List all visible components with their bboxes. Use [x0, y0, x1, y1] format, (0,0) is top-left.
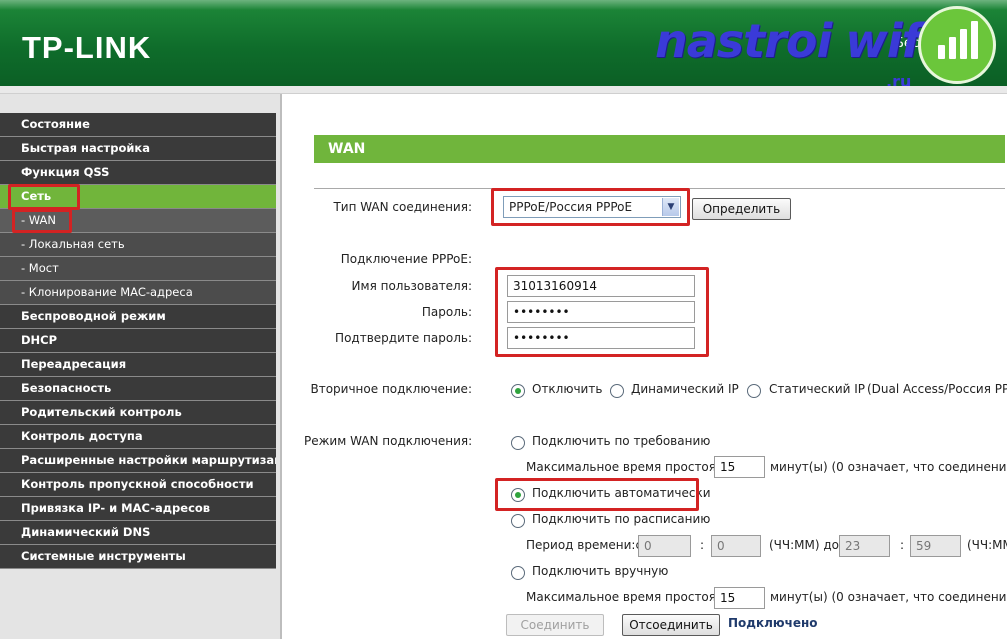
- sidebar-item-forwarding[interactable]: Переадресация: [0, 353, 276, 377]
- wan-mode-label: Режим WAN подключения:: [304, 434, 473, 448]
- highlight-auto-connect: [495, 478, 699, 511]
- sidebar-item-security[interactable]: Безопасность: [0, 377, 276, 401]
- sidebar-item-ip-mac-binding[interactable]: Привязка IP- и MAC-адресов: [0, 497, 276, 521]
- sidebar-item-parental-control[interactable]: Родительский контроль: [0, 401, 276, 425]
- schedule-label: Подключить по расписанию: [532, 512, 711, 526]
- idle-time-field-1[interactable]: 15: [714, 456, 765, 478]
- sidebar-item-bandwidth-control[interactable]: Контроль пропускной способности: [0, 473, 276, 497]
- brand-logo: TP-LINK: [22, 30, 152, 65]
- period-to-minute[interactable]: 59: [910, 535, 961, 557]
- secondary-connection-label: Вторичное подключение:: [310, 382, 472, 396]
- sidebar-item-quick-setup[interactable]: Быстрая настройка: [0, 137, 276, 161]
- sidebar-item-access-control[interactable]: Контроль доступа: [0, 425, 276, 449]
- radio-on-demand[interactable]: [511, 436, 525, 450]
- idle-time-label-1: Максимальное время простоя:: [526, 460, 721, 474]
- period-colon-2: :: [900, 538, 905, 552]
- idle-note-2: минут(ы) (0 означает, что соединение буд: [770, 590, 1007, 604]
- header-shine: [0, 0, 1007, 10]
- sidebar-item-mac-clone[interactable]: - Клонирование MAC-адреса: [0, 281, 276, 305]
- radio-secondary-dynamic[interactable]: [610, 384, 624, 398]
- sidebar: Состояние Быстрая настройка Функция QSS …: [0, 94, 282, 639]
- period-label: Период времени:с: [526, 538, 643, 552]
- period-colon-1: :: [700, 538, 705, 552]
- username-label: Имя пользователя:: [351, 279, 472, 293]
- pppoe-label: Подключение PPPoE:: [340, 252, 472, 266]
- connect-button[interactable]: Соединить: [506, 614, 604, 636]
- sidebar-item-wireless[interactable]: Беспроводной режим: [0, 305, 276, 329]
- header-divider: [0, 86, 1007, 94]
- sidebar-item-bridge[interactable]: - Мост: [0, 257, 276, 281]
- period-mid-label: (ЧЧ:ММ) до: [769, 538, 840, 552]
- highlight-network: [8, 184, 80, 210]
- sidebar-item-system-tools[interactable]: Системные инструменты: [0, 545, 276, 569]
- sidebar-item-lan[interactable]: - Локальная сеть: [0, 233, 276, 257]
- period-from-minute[interactable]: 0: [711, 535, 761, 557]
- header-bar: TP-LINK Бес ор nastroi wifi .ru: [0, 0, 1007, 91]
- sidebar-item-qss[interactable]: Функция QSS: [0, 161, 276, 185]
- wifi-signal-icon: [918, 6, 996, 84]
- sidebar-item-advanced-routing[interactable]: Расширенные настройки маршрутизации: [0, 449, 276, 473]
- secondary-dynamic-label: Динамический IP: [631, 382, 739, 396]
- radio-manual[interactable]: [511, 566, 525, 580]
- radio-secondary-static[interactable]: [747, 384, 761, 398]
- secondary-note: (Dual Access/Россия PPP: [867, 382, 1007, 396]
- confirm-password-label: Подтвердите пароль:: [335, 331, 472, 345]
- on-demand-label: Подключить по требованию: [532, 434, 711, 448]
- period-from-hour[interactable]: 0: [638, 535, 691, 557]
- password-label: Пароль:: [421, 305, 472, 319]
- period-to-hour[interactable]: 23: [839, 535, 890, 557]
- disconnect-button[interactable]: Отсоединить: [622, 614, 720, 636]
- sidebar-menu: Состояние Быстрая настройка Функция QSS …: [0, 113, 276, 569]
- router-admin-page: TP-LINK Бес ор nastroi wifi .ru Состояние…: [0, 0, 1007, 639]
- secondary-disable-label: Отключить: [532, 382, 603, 396]
- watermark-word-1: nastroi: [655, 14, 832, 68]
- period-end-label: (ЧЧ:ММ: [967, 538, 1007, 552]
- detect-button[interactable]: Определить: [692, 198, 791, 220]
- idle-time-field-2[interactable]: 15: [714, 587, 765, 609]
- manual-label: Подключить вручную: [532, 564, 669, 578]
- wan-type-label: Тип WAN соединения:: [333, 200, 472, 214]
- secondary-static-label: Статический IP: [769, 382, 866, 396]
- sidebar-item-dhcp[interactable]: DHCP: [0, 329, 276, 353]
- page-title: WAN: [314, 135, 1005, 163]
- watermark-logo: nastroi wifi: [655, 14, 936, 68]
- main-content: WAN Тип WAN соединения: PPPoE/Россия PPP…: [284, 94, 1007, 639]
- sidebar-item-ddns[interactable]: Динамический DNS: [0, 521, 276, 545]
- connection-status: Подключено: [728, 616, 818, 630]
- sidebar-item-status[interactable]: Состояние: [0, 113, 276, 137]
- highlight-wan: [12, 209, 72, 233]
- idle-note-1: минут(ы) (0 означает, что соединение буд: [770, 460, 1007, 474]
- idle-time-label-2: Максимальное время простоя:: [526, 590, 721, 604]
- radio-secondary-disable[interactable]: [511, 384, 525, 398]
- radio-schedule[interactable]: [511, 514, 525, 528]
- highlight-credentials: [495, 267, 709, 357]
- highlight-wan-type: [491, 188, 690, 226]
